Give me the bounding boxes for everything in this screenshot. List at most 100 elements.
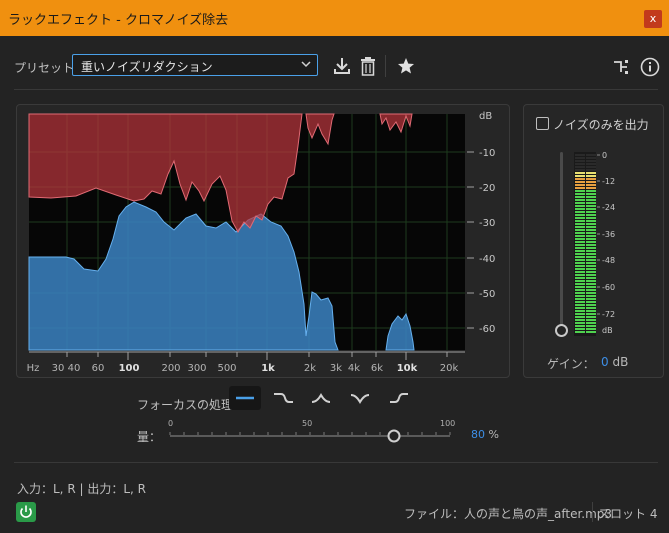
focus-high-button[interactable] bbox=[383, 386, 415, 410]
meter-label-48: -48 bbox=[602, 256, 615, 265]
meter-segment bbox=[586, 259, 596, 261]
gain-value[interactable]: 0 dB bbox=[601, 355, 628, 369]
meter-segment bbox=[586, 202, 596, 204]
meter-segment bbox=[586, 208, 596, 210]
download-icon[interactable] bbox=[332, 56, 352, 76]
db-label-40: -40 bbox=[479, 254, 495, 265]
info-icon[interactable] bbox=[640, 57, 660, 77]
meter-segment bbox=[586, 295, 596, 297]
meter-segment bbox=[575, 208, 585, 210]
meter-segment bbox=[575, 325, 585, 327]
meter-segment bbox=[586, 220, 596, 222]
meter-segment bbox=[575, 181, 585, 183]
footer-divider bbox=[592, 502, 593, 522]
toolbar-separator bbox=[14, 89, 658, 90]
meter-label-24: -24 bbox=[602, 203, 615, 212]
meter-segment bbox=[575, 232, 585, 234]
power-icon bbox=[20, 505, 32, 518]
mid-notch-icon bbox=[350, 394, 370, 405]
amount-slider[interactable] bbox=[165, 426, 457, 446]
meter-segment bbox=[586, 241, 596, 243]
flat-curve-icon bbox=[236, 396, 254, 400]
meter-segment bbox=[586, 286, 596, 288]
meter-segment bbox=[575, 238, 585, 240]
noise-only-checkbox[interactable] bbox=[536, 117, 549, 130]
freq-label-40: 40 bbox=[68, 363, 81, 374]
meter-segment bbox=[586, 217, 596, 219]
meter-label-12: -12 bbox=[602, 177, 615, 186]
meter-segment bbox=[575, 211, 585, 213]
meter-segment bbox=[575, 241, 585, 243]
amount-label: 量： bbox=[137, 430, 162, 444]
meter-segment bbox=[586, 187, 596, 189]
meter-segment bbox=[575, 322, 585, 324]
meter-segment bbox=[586, 175, 596, 177]
noise-spectrum-graph[interactable]: dB -10 -20 -30 -40 -50 -60 Hz 30 40 60 1… bbox=[16, 104, 510, 378]
focus-notch-button[interactable] bbox=[344, 386, 376, 410]
meter-segment bbox=[586, 226, 596, 228]
freq-label-2k: 2k bbox=[304, 363, 316, 374]
freq-label-60: 60 bbox=[92, 363, 105, 374]
power-button[interactable] bbox=[16, 502, 36, 522]
focus-flat-button[interactable] bbox=[229, 386, 261, 410]
meter-segment bbox=[586, 154, 596, 156]
meter-segment bbox=[586, 238, 596, 240]
meter-segment bbox=[586, 196, 596, 198]
meter-segment bbox=[575, 247, 585, 249]
meter-segment bbox=[575, 196, 585, 198]
close-button[interactable]: x bbox=[644, 10, 662, 28]
preset-dropdown[interactable]: 重いノイズリダクション bbox=[72, 54, 318, 76]
meter-segment bbox=[586, 292, 596, 294]
meter-segment bbox=[575, 259, 585, 261]
focus-low-button[interactable] bbox=[267, 386, 299, 410]
meter-segment bbox=[575, 163, 585, 165]
noise-only-label: ノイズのみを出力 bbox=[553, 118, 649, 132]
amount-slider-handle[interactable] bbox=[387, 429, 401, 443]
meter-segment bbox=[586, 265, 596, 267]
meter-segment bbox=[586, 307, 596, 309]
gain-slider-track[interactable] bbox=[560, 152, 563, 328]
meter-segment bbox=[575, 214, 585, 216]
gain-slider-handle[interactable] bbox=[555, 324, 568, 337]
meter-segment bbox=[575, 295, 585, 297]
window-title: ラックエフェクト - クロマノイズ除去 bbox=[8, 13, 229, 28]
high-shelf-icon bbox=[390, 393, 408, 403]
meter-segment bbox=[575, 283, 585, 285]
freq-label-200: 200 bbox=[161, 363, 180, 374]
meter-segment bbox=[575, 298, 585, 300]
meter-segment bbox=[586, 214, 596, 216]
star-icon[interactable] bbox=[397, 57, 415, 75]
meter-segment bbox=[575, 274, 585, 276]
meter-segment bbox=[586, 331, 596, 333]
focus-mid-button[interactable] bbox=[305, 386, 337, 410]
meter-segment bbox=[575, 226, 585, 228]
freq-label-20k: 20k bbox=[440, 363, 459, 374]
meter-segment bbox=[586, 166, 596, 168]
freq-label-10k: 10k bbox=[397, 363, 418, 374]
meter-segment bbox=[586, 304, 596, 306]
meter-segment bbox=[575, 310, 585, 312]
meter-segment bbox=[575, 235, 585, 237]
meter-segment bbox=[586, 289, 596, 291]
routing-icon[interactable] bbox=[612, 58, 630, 76]
meter-segment bbox=[575, 175, 585, 177]
file-label: ファイル：人の声と鳥の声_after.mp3 bbox=[404, 507, 613, 521]
meter-segment bbox=[575, 244, 585, 246]
chevron-down-icon bbox=[301, 61, 311, 68]
meter-label-72: -72 bbox=[602, 310, 615, 319]
meter-segment bbox=[575, 172, 585, 174]
meter-segment bbox=[575, 268, 585, 270]
gain-label: ゲイン： bbox=[547, 357, 595, 371]
amount-value[interactable]: 80 % bbox=[471, 428, 499, 441]
meter-segment bbox=[575, 328, 585, 330]
meter-segment bbox=[586, 283, 596, 285]
meter-segment bbox=[586, 268, 596, 270]
amount-value-number: 80 bbox=[471, 428, 485, 441]
trash-icon[interactable] bbox=[359, 56, 377, 76]
meter-segment bbox=[575, 190, 585, 192]
meter-segment bbox=[586, 322, 596, 324]
db-label-20: -20 bbox=[479, 183, 495, 194]
meter-segment bbox=[575, 217, 585, 219]
meter-segment bbox=[575, 253, 585, 255]
meter-segment bbox=[575, 292, 585, 294]
